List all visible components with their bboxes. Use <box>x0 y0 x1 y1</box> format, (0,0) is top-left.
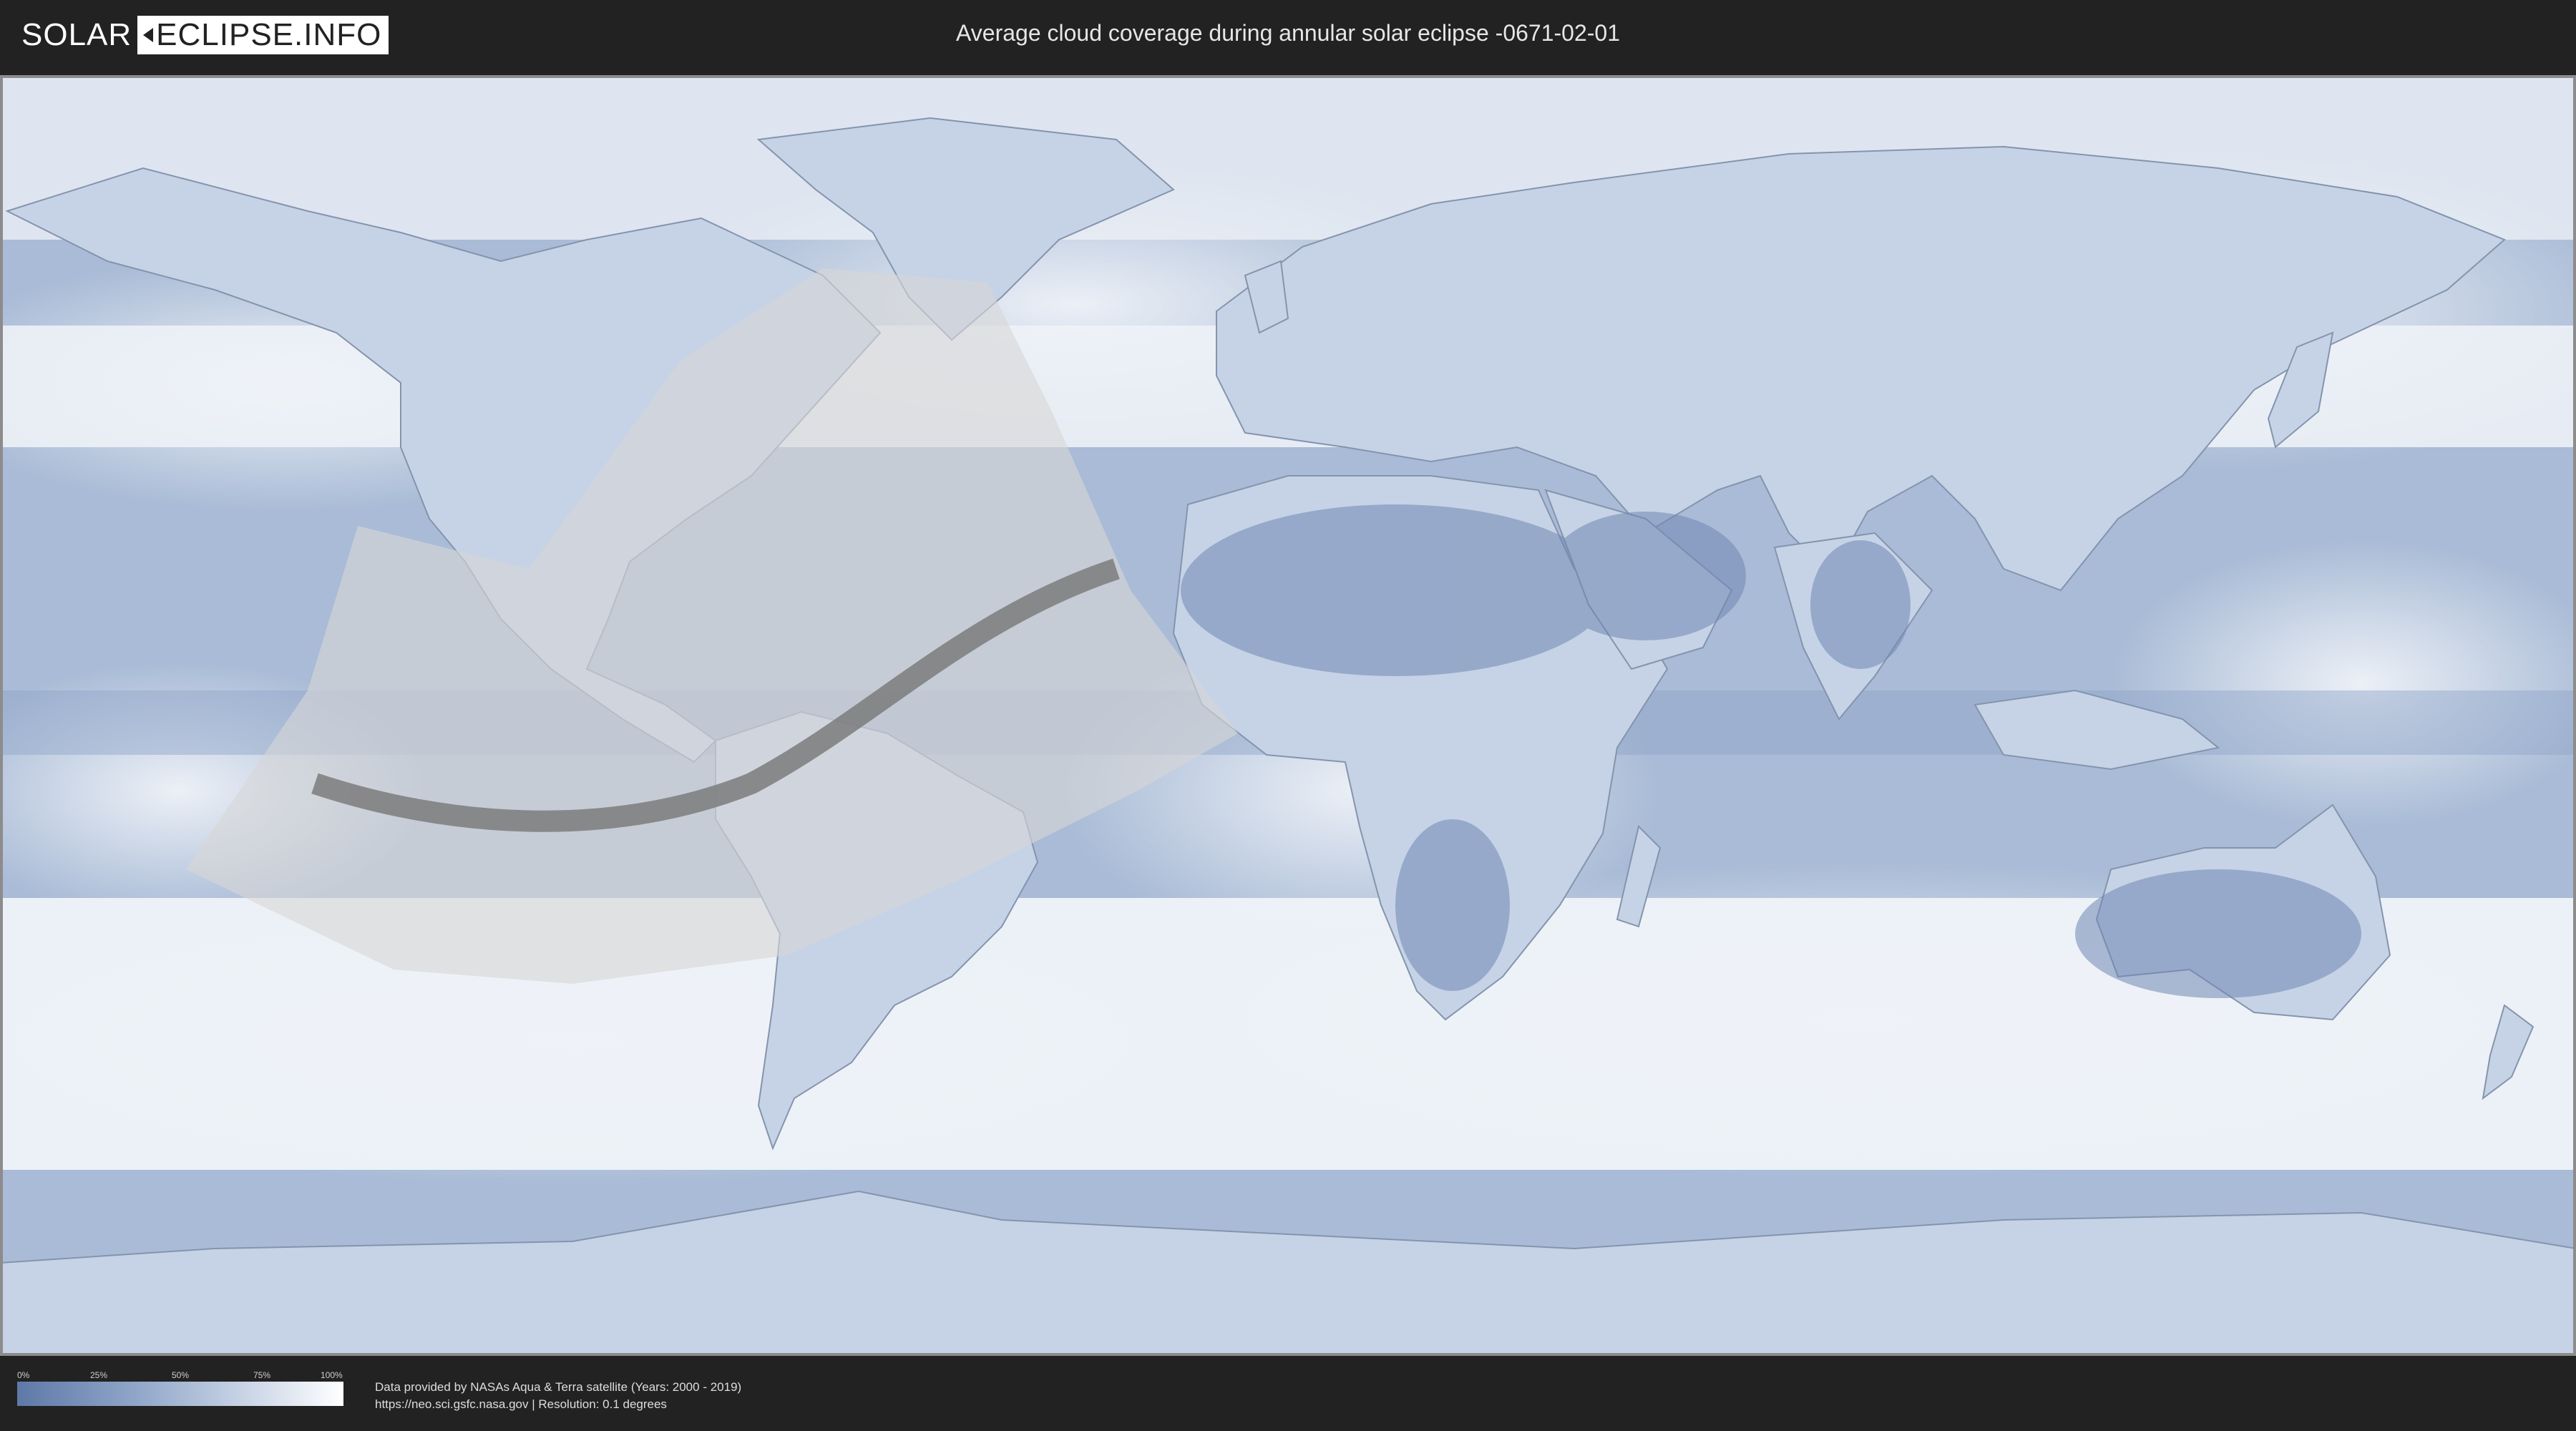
legend-color-bar <box>17 1382 343 1406</box>
cloud-legend: 0% 25% 50% 75% 100% <box>17 1370 343 1406</box>
page-title: Average cloud coverage during annular so… <box>956 20 1620 46</box>
legend-tick-25: 25% <box>90 1370 108 1380</box>
legend-tick-100: 100% <box>321 1370 343 1380</box>
legend-tick-75: 75% <box>253 1370 271 1380</box>
cloud-coverage-map <box>0 75 2576 1356</box>
data-credits: Data provided by NASAs Aqua & Terra sate… <box>375 1379 741 1413</box>
legend-tick-50: 50% <box>172 1370 190 1380</box>
credits-line-2[interactable]: https://neo.sci.gsfc.nasa.gov | Resoluti… <box>375 1396 741 1413</box>
footer-bar: 0% 25% 50% 75% 100% Data provided by NAS… <box>0 1356 2576 1431</box>
world-map-svg <box>0 75 2576 1356</box>
header-bar: SOLAR ECLIPSE.INFO Average cloud coverag… <box>0 0 2576 73</box>
legend-tick-labels: 0% 25% 50% 75% 100% <box>17 1370 343 1382</box>
legend-tick-0: 0% <box>17 1370 30 1380</box>
credits-line-1: Data provided by NASAs Aqua & Terra sate… <box>375 1380 742 1394</box>
